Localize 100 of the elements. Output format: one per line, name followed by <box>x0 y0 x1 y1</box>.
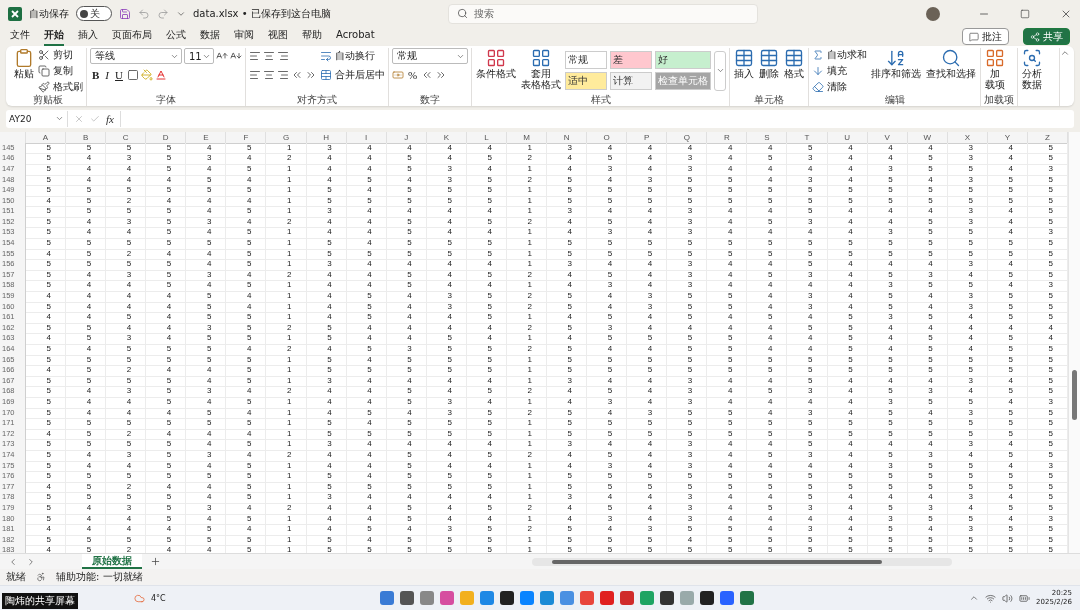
column-header[interactable]: C <box>106 131 147 144</box>
previous-sheet-icon[interactable] <box>8 556 18 567</box>
ribbon-button[interactable]: 插入 <box>733 47 755 79</box>
battery-icon[interactable] <box>1019 592 1031 604</box>
menu-tab[interactable]: 数据 <box>200 27 220 46</box>
column-header[interactable]: Y <box>987 131 1028 144</box>
table-icon[interactable] <box>784 47 804 68</box>
sigma-icon[interactable] <box>812 48 824 61</box>
menu-tab[interactable]: Acrobat <box>336 29 375 45</box>
ribbon-action[interactable]: 填充 <box>812 63 867 78</box>
redo-icon[interactable] <box>157 7 169 20</box>
column-header[interactable]: V <box>867 131 908 144</box>
grid-icon[interactable] <box>985 47 1005 68</box>
eraser-icon[interactable] <box>812 80 824 93</box>
font-name-field[interactable]: 等线 <box>90 48 182 65</box>
save-icon[interactable] <box>119 7 131 20</box>
column-header[interactable]: B <box>66 131 107 144</box>
column-header[interactable]: F <box>226 131 267 144</box>
weather-icon[interactable] <box>134 592 145 604</box>
autosave-toggle[interactable]: 关 <box>76 6 112 22</box>
table-icon[interactable] <box>759 47 779 68</box>
ribbon-action[interactable]: 剪切 <box>38 47 83 62</box>
ribbon-action[interactable]: 自动求和 <box>812 47 867 62</box>
ribbon-button[interactable]: 分析 数据 <box>1021 47 1043 90</box>
avatar[interactable] <box>926 6 940 21</box>
taskbar-app-icon[interactable] <box>660 591 675 606</box>
scissors-icon[interactable] <box>38 48 50 61</box>
weather-temperature[interactable]: 4°C <box>151 593 166 603</box>
search-icon[interactable] <box>941 47 961 68</box>
taskbar-app-icon[interactable] <box>500 591 515 606</box>
paste-button[interactable]: 粘贴 <box>13 47 35 79</box>
clipboard-icon[interactable] <box>14 47 34 68</box>
menu-tab[interactable]: 插入 <box>78 27 98 46</box>
column-header[interactable]: Q <box>667 131 708 144</box>
sheet-tab[interactable]: 原始数据 <box>82 554 142 570</box>
taskbar-app-icon[interactable] <box>700 591 715 606</box>
column-header[interactable]: Z <box>1027 131 1068 144</box>
wrap-text-icon[interactable] <box>320 50 332 63</box>
name-box[interactable]: AY20 <box>6 110 68 127</box>
menu-tab[interactable]: 公式 <box>166 27 186 46</box>
accessibility-icon[interactable] <box>36 572 46 583</box>
border-icon[interactable] <box>126 69 139 82</box>
column-header[interactable]: U <box>827 131 868 144</box>
next-sheet-icon[interactable] <box>26 556 36 567</box>
conditional-format-icon[interactable] <box>486 47 506 68</box>
scan-search-icon[interactable] <box>1022 47 1042 68</box>
ribbon-button[interactable]: 套用 表格格式 <box>520 47 562 90</box>
banknote-icon[interactable] <box>392 69 404 82</box>
copy-icon[interactable] <box>38 64 50 77</box>
merge-cells-icon[interactable] <box>320 69 332 82</box>
column-header[interactable]: W <box>907 131 948 144</box>
wifi-icon[interactable] <box>985 592 997 604</box>
arrow-down-icon[interactable] <box>812 64 824 77</box>
ribbon-button[interactable]: 加 载项 <box>984 47 1006 90</box>
ribbon-button[interactable]: 查找和选择 <box>925 47 977 79</box>
share-button[interactable]: 共享 <box>1023 28 1070 46</box>
column-header[interactable]: P <box>627 131 668 144</box>
column-header[interactable]: S <box>747 131 788 144</box>
add-sheet-icon[interactable] <box>150 556 161 568</box>
font-color-icon[interactable] <box>154 69 167 82</box>
align-right-icon[interactable] <box>277 69 289 82</box>
comment-button[interactable]: 批注 <box>962 28 1009 46</box>
menu-tab[interactable]: 页面布局 <box>112 27 152 46</box>
accessibility-status[interactable]: 辅助功能: 一切就绪 <box>56 570 143 585</box>
italic-button[interactable]: I <box>103 69 111 82</box>
undo-icon[interactable] <box>138 7 150 20</box>
column-header[interactable]: O <box>587 131 628 144</box>
ribbon-action[interactable]: 合并后居中 <box>320 66 385 84</box>
cell-style[interactable]: 计算 <box>610 71 652 90</box>
share-icon[interactable] <box>1030 31 1040 42</box>
ribbon-button[interactable]: 条件格式 <box>475 47 517 79</box>
vertical-scrollbar[interactable] <box>1068 131 1080 554</box>
table-format-icon[interactable] <box>531 47 551 68</box>
cell-style[interactable]: 常规 <box>565 50 607 69</box>
ribbon-action[interactable]: 清除 <box>812 79 867 94</box>
horizontal-scrollbar[interactable] <box>532 557 952 566</box>
paintbrush-icon[interactable] <box>38 80 50 93</box>
ribbon-button[interactable]: 排序和筛选 <box>870 47 922 79</box>
menu-tab[interactable]: 帮助 <box>302 27 322 46</box>
taskbar-app-icon[interactable] <box>400 591 415 606</box>
underline-button[interactable]: U <box>113 69 125 82</box>
ribbon-button[interactable]: 删除 <box>758 47 780 79</box>
menu-tab[interactable]: 视图 <box>268 27 288 46</box>
column-header[interactable]: D <box>146 131 187 144</box>
ribbon-action[interactable]: 自动换行 <box>320 47 385 65</box>
column-header[interactable]: T <box>787 131 828 144</box>
comment-icon[interactable] <box>969 31 979 42</box>
align-left-icon[interactable] <box>249 69 261 82</box>
menu-tab[interactable]: 审阅 <box>234 27 254 46</box>
column-header[interactable]: H <box>306 131 347 144</box>
column-header[interactable]: R <box>707 131 748 144</box>
column-header[interactable]: K <box>426 131 467 144</box>
table-icon[interactable] <box>734 47 754 68</box>
column-header[interactable]: A <box>26 131 67 144</box>
menu-tab[interactable]: 文件 <box>10 27 30 46</box>
font-size-field[interactable]: 11 <box>184 48 214 65</box>
bold-button[interactable]: B <box>90 69 102 82</box>
search-field[interactable]: 搜索 <box>447 3 758 24</box>
column-header[interactable]: J <box>386 131 427 144</box>
column-header[interactable]: G <box>266 131 307 144</box>
